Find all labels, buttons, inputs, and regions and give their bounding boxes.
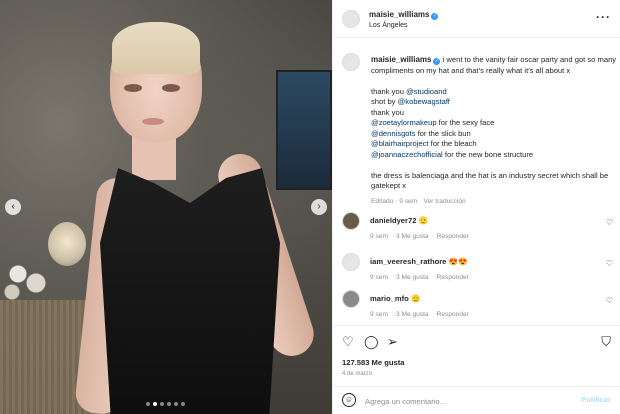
- comment-bubble-icon[interactable]: ◯: [364, 334, 379, 350]
- caption-credit-line: @blairhairproject for the bleach: [371, 139, 477, 148]
- mention-link[interactable]: @joannaczechofficial: [371, 150, 443, 159]
- carousel-dot-active: [153, 402, 157, 406]
- like-heart-icon[interactable]: ♡: [342, 334, 354, 350]
- comment-text: 🫡: [410, 294, 421, 303]
- carousel-dot: [174, 402, 178, 406]
- share-send-icon[interactable]: ➢: [387, 334, 398, 350]
- author-avatar[interactable]: [342, 10, 360, 28]
- comment-like-heart-icon[interactable]: ♡: [606, 259, 613, 268]
- commenter-avatar[interactable]: [342, 290, 360, 308]
- comment-reply-button[interactable]: Responder: [437, 311, 469, 318]
- comment-reply-button[interactable]: Responder: [437, 233, 469, 240]
- commenter-avatar[interactable]: [342, 212, 360, 230]
- more-options-icon[interactable]: ···: [596, 10, 611, 24]
- commenter-username[interactable]: danieldyer72: [370, 216, 416, 225]
- comment-like-heart-icon[interactable]: ♡: [606, 218, 613, 227]
- comment-time: 9 sem: [370, 233, 388, 240]
- photo-lips: [142, 118, 164, 125]
- carousel-dot: [146, 402, 150, 406]
- carousel-prev-button[interactable]: ‹: [5, 199, 21, 215]
- comment-text: 😍😍: [448, 257, 468, 266]
- comment-body: danieldyer72 🫡: [370, 216, 428, 225]
- emoji-picker-icon[interactable]: ☺: [342, 393, 356, 407]
- mention-link[interactable]: @kobewagstaff: [398, 97, 450, 106]
- caption-closing: the dress is balenciaga and the hat is a…: [371, 170, 609, 191]
- author-name-row: maisie_williams ✓: [369, 10, 439, 20]
- see-translation-link[interactable]: Ver traducción: [424, 198, 466, 205]
- comment-meta: 9 sem 3 Me gusta Responder: [370, 311, 477, 318]
- comment-like-heart-icon[interactable]: ♡: [606, 296, 613, 305]
- post-location[interactable]: Los Ángeles: [369, 22, 408, 29]
- photo-hair: [112, 22, 200, 74]
- mention-link[interactable]: @blairhairproject: [371, 139, 429, 148]
- comment-time: 9 sem: [370, 274, 388, 281]
- comment-likes[interactable]: 3 Me gusta: [396, 311, 429, 318]
- comment-time: 9 sem: [370, 311, 388, 318]
- post-photo[interactable]: ‹ ›: [0, 0, 332, 414]
- caption-author-avatar[interactable]: [342, 53, 360, 71]
- post-caption: maisie_williams ✓ i went to the vanity fa…: [371, 55, 617, 207]
- photo-screen: [276, 70, 332, 190]
- comment-input[interactable]: [365, 394, 565, 408]
- comment-likes[interactable]: 3 Me gusta: [396, 233, 429, 240]
- add-comment-bar: ☺ Publicar: [333, 386, 620, 414]
- likes-count[interactable]: 127.583 Me gusta: [342, 358, 404, 367]
- carousel-dot: [160, 402, 164, 406]
- comment-reply-button[interactable]: Responder: [437, 274, 469, 281]
- comment-likes[interactable]: 3 Me gusta: [396, 274, 429, 281]
- caption-edited: Editado · 9 sem: [371, 197, 418, 205]
- comment-meta: 9 sem 3 Me gusta Responder: [370, 274, 477, 281]
- photo-flowers: [0, 250, 60, 310]
- caption-credit-line: @dennisgots for the slick bun: [371, 128, 471, 138]
- post-side-panel: maisie_williams ✓ Los Ángeles ··· maisie_…: [332, 0, 620, 414]
- comment-body: mario_mfo 🫡: [370, 294, 420, 303]
- photo-left-eye: [124, 84, 142, 92]
- caption-credit-line: @joannaczechofficial for the new bone st…: [371, 149, 534, 159]
- photo-black-dress: [100, 168, 280, 414]
- commenter-avatar[interactable]: [342, 253, 360, 271]
- comment-text: 🫡: [418, 216, 429, 225]
- caption-thank-you-line: thank you: [371, 107, 404, 117]
- caption-shot-line: shot by @kobewagstaff: [371, 97, 450, 106]
- post-date: 4 de marzo: [342, 371, 373, 377]
- caption-verified-badge-icon: ✓: [433, 58, 441, 65]
- publish-comment-button[interactable]: Publicar: [581, 395, 611, 404]
- photo-right-eye: [162, 84, 180, 92]
- carousel-dot: [181, 402, 185, 406]
- caption-author-username[interactable]: maisie_williams: [371, 55, 431, 64]
- caption-meta-row: Editado · 9 sem Ver traducción: [371, 196, 617, 208]
- caption-first-paragraph: maisie_williams ✓ i went to the vanity fa…: [371, 55, 617, 76]
- mention-link[interactable]: @studioand: [406, 87, 447, 96]
- mention-link[interactable]: @dennisgots: [371, 129, 415, 138]
- carousel-dots: [146, 402, 185, 406]
- caption-credit-line: @zoetaylormakeup for the sexy face: [371, 118, 495, 127]
- carousel-dot: [167, 402, 171, 406]
- caption-thanks-line: thank you @studioand: [371, 86, 447, 96]
- comment-body: iam_veeresh_rathore 😍😍: [370, 257, 467, 266]
- save-bookmark-icon[interactable]: ⛉: [601, 334, 611, 350]
- post-actions: ♡ ◯ ➢ ⛉ 127.583 Me gusta 4 de marzo ☺ Pu…: [333, 325, 620, 414]
- author-username[interactable]: maisie_williams: [369, 10, 429, 19]
- commenter-username[interactable]: iam_veeresh_rathore: [370, 257, 446, 266]
- comment-meta: 9 sem 3 Me gusta Responder: [370, 233, 477, 240]
- mention-link[interactable]: @zoetaylormakeup: [371, 118, 437, 127]
- commenter-username[interactable]: mario_mfo: [370, 294, 409, 303]
- verified-badge-icon: ✓: [431, 13, 439, 20]
- post-header: maisie_williams ✓ Los Ángeles ···: [333, 0, 620, 38]
- instagram-post: ‹ › maisie_williams ✓ Los Ángeles ··· mai…: [0, 0, 620, 414]
- carousel-next-button[interactable]: ›: [311, 199, 327, 215]
